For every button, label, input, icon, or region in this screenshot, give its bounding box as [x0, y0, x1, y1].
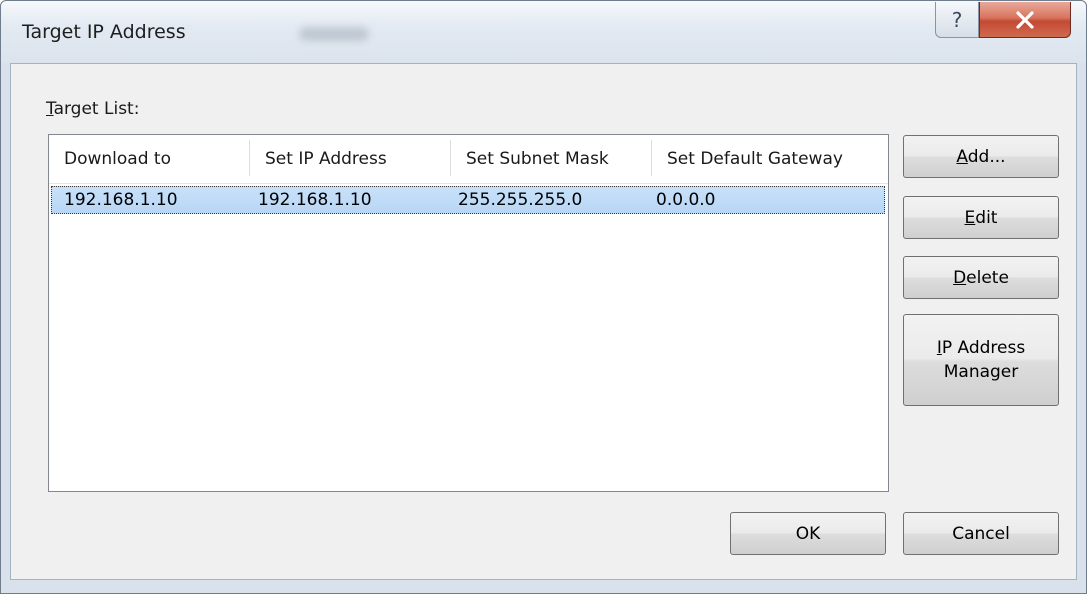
target-list-label-text: arget List: [53, 99, 140, 119]
title-bar[interactable]: Target IP Address [1, 1, 1086, 63]
ok-button-label: OK [795, 523, 821, 544]
cell-subnet-mask: 255.255.255.0 [458, 190, 583, 210]
help-button[interactable]: ? [935, 2, 979, 38]
dialog-client-area: Target List: Download to Set IP Address … [10, 63, 1077, 580]
target-list-label: Target List: [46, 99, 139, 119]
window-title: Target IP Address [22, 21, 186, 43]
ok-button[interactable]: OK [730, 512, 886, 555]
column-header-download-to[interactable]: Download to [49, 135, 249, 183]
delete-button[interactable]: Delete [903, 256, 1059, 299]
table-row[interactable]: 192.168.1.10 192.168.1.10 255.255.255.0 … [51, 186, 885, 214]
help-icon: ? [951, 7, 963, 32]
add-button-accel: A [956, 146, 968, 167]
dialog-window: Target IP Address ? Target List: Downloa… [0, 0, 1087, 594]
close-icon [1016, 10, 1034, 29]
blurred-background-text [299, 27, 369, 41]
column-header-set-default-gateway[interactable]: Set Default Gateway [652, 135, 882, 183]
add-button[interactable]: Add... [903, 135, 1059, 178]
ip-address-manager-button[interactable]: IP Address Manager [903, 314, 1059, 406]
column-header-set-subnet-mask[interactable]: Set Subnet Mask [451, 135, 651, 183]
close-button[interactable] [979, 2, 1071, 38]
cell-default-gateway: 0.0.0.0 [656, 190, 716, 210]
target-list-label-accel: T [46, 99, 54, 119]
delete-button-accel: D [953, 267, 967, 288]
ip-manager-label-line2: Manager [943, 362, 1019, 382]
edit-button-label: dit [975, 207, 998, 228]
cancel-button[interactable]: Cancel [903, 512, 1059, 555]
edit-button[interactable]: Edit [903, 196, 1059, 239]
edit-button-accel: E [964, 207, 976, 228]
cell-download-to: 192.168.1.10 [64, 190, 178, 210]
target-list-view[interactable]: Download to Set IP Address Set Subnet Ma… [48, 134, 889, 492]
cancel-button-label: Cancel [952, 523, 1010, 544]
cell-ip-address: 192.168.1.10 [258, 190, 372, 210]
list-header: Download to Set IP Address Set Subnet Ma… [49, 135, 888, 184]
ip-manager-label-line1: P Address [941, 338, 1026, 358]
add-button-label: dd... [967, 146, 1006, 167]
column-header-set-ip-address[interactable]: Set IP Address [250, 135, 450, 183]
delete-button-label: elete [966, 267, 1009, 288]
